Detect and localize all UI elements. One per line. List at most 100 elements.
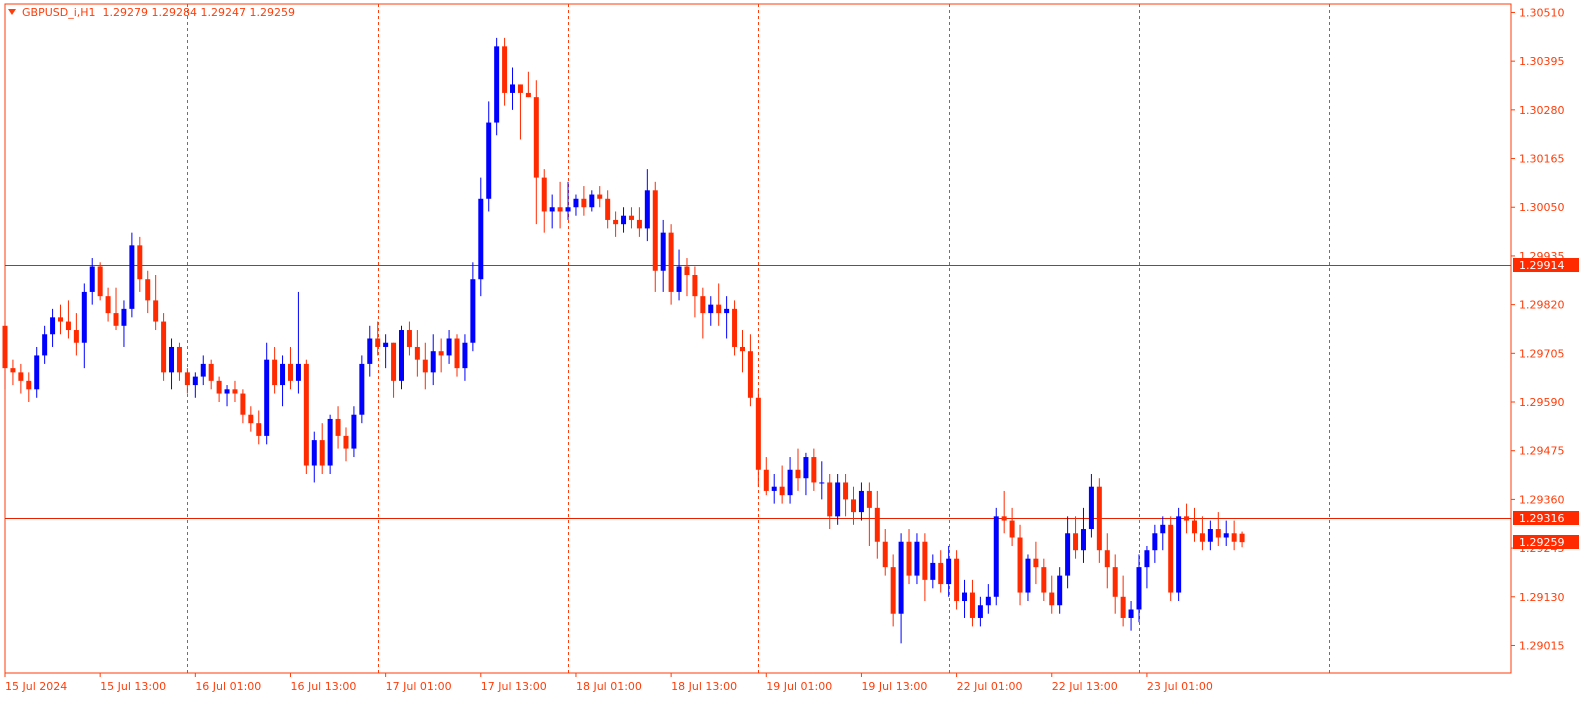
x-tick-label: 22 Jul 13:00 [1052, 680, 1118, 693]
candle-body [510, 84, 516, 93]
candle-body [10, 368, 16, 373]
price-chart[interactable]: 1.30510 1.30395 1.30280 1.30165 1.30050 1.299… [0, 0, 1586, 708]
candle-body [716, 304, 722, 314]
candle-body [1176, 516, 1182, 593]
candle-body [224, 389, 230, 394]
candle-body [898, 541, 904, 614]
x-tick-label: 18 Jul 13:00 [671, 680, 737, 693]
candle-body [819, 482, 825, 484]
candle-body [795, 469, 801, 479]
x-tick-label: 17 Jul 13:00 [481, 680, 547, 693]
candle-body [644, 190, 650, 229]
candle-body [287, 363, 293, 381]
candle-body [668, 232, 674, 292]
candle-body [153, 300, 159, 322]
candle-body [1152, 533, 1158, 551]
candle-body [184, 372, 190, 386]
candle-body [851, 499, 857, 513]
y-tick-label: 1.29130 [1519, 591, 1565, 604]
candle-body [771, 486, 777, 491]
candle-body [161, 321, 167, 373]
level-price-tag: 1.29316 [1519, 512, 1565, 525]
candle-body [755, 397, 761, 470]
candle-body [621, 215, 627, 225]
candle-body [803, 457, 809, 479]
x-tick-label: 23 Jul 01:00 [1147, 680, 1213, 693]
candle-body [962, 592, 968, 602]
candle-body [1160, 524, 1166, 534]
y-tick-label: 1.29590 [1519, 396, 1565, 409]
candle-body [977, 605, 983, 618]
candle-body [200, 363, 206, 377]
candle-body [1009, 520, 1015, 538]
candle-body [240, 393, 246, 415]
candle-body [636, 219, 642, 229]
candle-body [1104, 550, 1110, 568]
candle-body [946, 558, 952, 585]
candle-body [605, 198, 611, 220]
candle-body [1088, 486, 1094, 530]
candle-body [938, 562, 944, 585]
candle-body [763, 469, 769, 491]
y-tick-label: 1.29360 [1519, 493, 1565, 506]
x-tick-label: 22 Jul 01:00 [957, 680, 1023, 693]
candle-body [541, 177, 547, 212]
current-price-tag: 1.29259 [1519, 536, 1565, 549]
candle-body [1144, 550, 1150, 568]
y-tick-label: 1.30395 [1519, 55, 1565, 68]
x-tick-label: 15 Jul 2024 [5, 680, 67, 693]
y-tick-label: 1.30280 [1519, 104, 1565, 117]
candle-body [303, 363, 309, 466]
candle-body [1239, 533, 1245, 543]
candle-body [430, 351, 436, 373]
candle-body [58, 317, 64, 322]
candle-body [1073, 533, 1079, 551]
x-tick-label: 15 Jul 13:00 [100, 680, 166, 693]
candle-body [34, 355, 40, 390]
candle-body [494, 46, 500, 123]
candle-body [628, 215, 634, 220]
candle-body [42, 334, 48, 356]
candle-body [272, 359, 278, 386]
candle-body [993, 516, 999, 597]
candle-body [779, 486, 785, 496]
candle-body [1199, 533, 1205, 542]
candle-body [549, 207, 555, 212]
candle-body [1065, 533, 1071, 576]
candle-body [747, 351, 753, 398]
candle-body [1231, 533, 1237, 542]
candle-body [969, 592, 975, 618]
chart-header: GBPUSD_i,H1 1.29279 1.29284 1.29247 1.29… [8, 6, 295, 19]
y-tick-label: 1.30510 [1519, 6, 1565, 19]
candle-body [97, 266, 103, 297]
candle-body [557, 207, 563, 212]
candle-body [1001, 516, 1007, 521]
candle-body [1096, 486, 1102, 551]
candle-body [121, 308, 127, 326]
candle-body [954, 558, 960, 602]
candle-body [216, 380, 222, 394]
x-tick-label: 17 Jul 01:00 [386, 680, 452, 693]
candle-body [18, 372, 24, 381]
candle-body [446, 338, 452, 356]
y-tick-label: 1.30050 [1519, 201, 1565, 214]
candle-body [811, 457, 817, 483]
candle-body [565, 207, 571, 212]
candle-body [589, 194, 595, 208]
candle-body [1192, 520, 1197, 534]
candle-body [597, 194, 603, 199]
candle-body [192, 376, 198, 386]
candle-body [692, 274, 698, 297]
candle-body [65, 321, 71, 331]
candle-body [676, 266, 682, 292]
candle-body [383, 342, 389, 347]
candle-body [652, 190, 658, 271]
candle-body [2, 325, 8, 369]
chart-window[interactable]: 1.30510 1.30395 1.30280 1.30165 1.30050 1.299… [0, 0, 1586, 708]
collapse-triangle-icon[interactable] [8, 9, 16, 15]
candle-body [573, 198, 579, 208]
candle-body [866, 490, 872, 508]
candle-body [827, 482, 833, 517]
candle-body [414, 346, 420, 360]
candle-body [438, 351, 444, 356]
